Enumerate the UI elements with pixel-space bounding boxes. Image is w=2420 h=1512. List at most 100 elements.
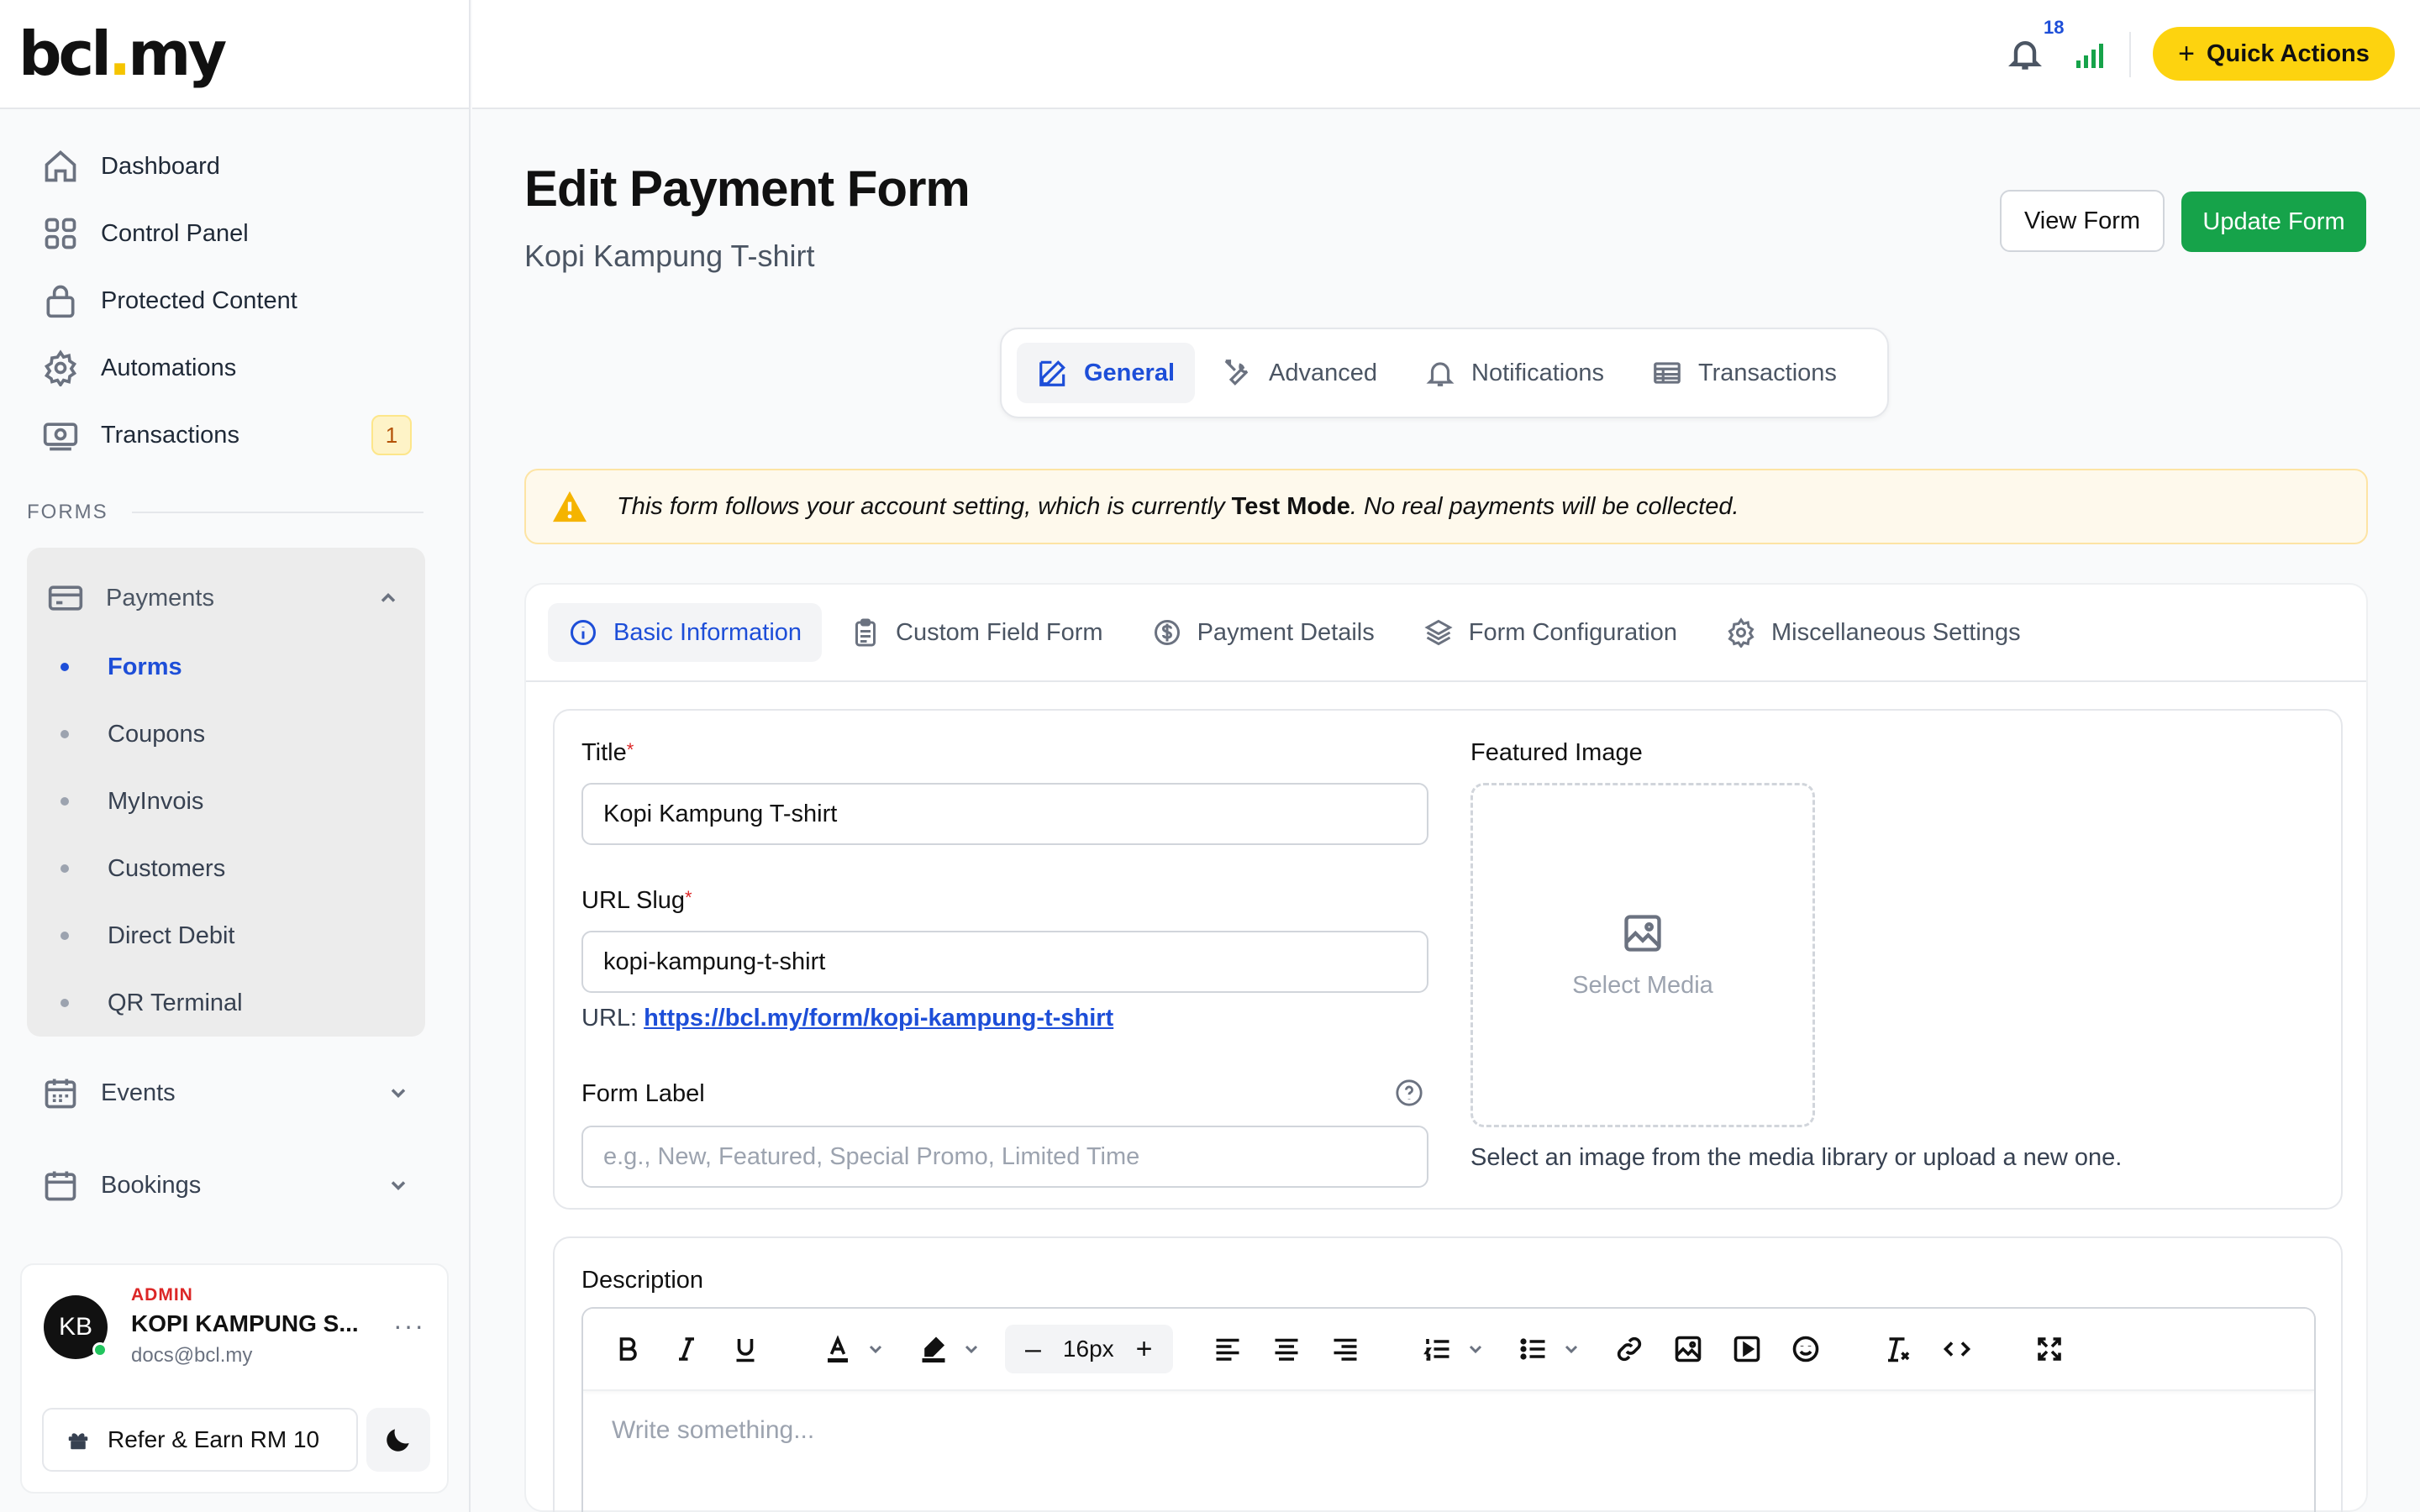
subtab-payment-details[interactable]: Payment Details (1132, 603, 1395, 662)
subtab-form-configuration[interactable]: Form Configuration (1403, 603, 1697, 662)
highlighter-icon (922, 1336, 945, 1363)
chevron-down-icon[interactable] (1561, 1339, 1581, 1359)
emoji-button[interactable] (1781, 1325, 1830, 1373)
subtab-custom-field-form[interactable]: Custom Field Form (830, 603, 1123, 662)
tab-notifications[interactable]: Notifications (1404, 343, 1624, 403)
sidebar-subitem-forms[interactable]: Forms (27, 633, 425, 701)
sidebar-nav: Dashboard Control Panel Protected Conten… (0, 109, 469, 469)
plus-icon: + (2178, 37, 2195, 70)
card-icon (48, 585, 83, 611)
url-slug-input[interactable]: kopi-kampung-t-shirt (581, 931, 1428, 993)
sidebar-item-label: Protected Content (101, 286, 297, 314)
form-label-input[interactable]: e.g., New, Featured, Special Promo, Limi… (581, 1126, 1428, 1188)
form-label-label: Form Label (581, 1080, 705, 1107)
tab-transactions[interactable]: Transactions (1631, 343, 1857, 403)
sidebar-item-label: Transactions (101, 421, 239, 449)
sidebar-item-label: Dashboard (101, 152, 220, 180)
chevron-down-icon[interactable] (1465, 1339, 1486, 1359)
subtab-label: Custom Field Form (896, 618, 1103, 646)
clear-format-button[interactable] (1874, 1325, 1923, 1373)
sidebar-item-payments[interactable]: Payments (27, 563, 425, 633)
update-form-button[interactable]: Update Form (2181, 192, 2366, 252)
align-left-icon (1216, 1338, 1239, 1361)
sidebar-item-control-panel[interactable]: Control Panel (0, 200, 469, 267)
sidebar-subitem-myinvois[interactable]: MyInvois (27, 768, 425, 835)
help-circle-icon[interactable] (1395, 1079, 1423, 1107)
subtab-miscellaneous-settings[interactable]: Miscellaneous Settings (1706, 603, 2041, 662)
sidebar-subitem-coupons[interactable]: Coupons (27, 701, 425, 768)
emoji-icon (1792, 1336, 1818, 1362)
logo-area: bcl.my (0, 0, 469, 109)
featured-image-help: Select an image from the media library o… (1470, 1144, 2123, 1171)
fullscreen-icon (2037, 1337, 2061, 1361)
chevron-up-icon (381, 593, 396, 602)
chevron-down-icon[interactable] (865, 1339, 886, 1359)
sidebar-item-transactions[interactable]: Transactions 1 (0, 402, 469, 469)
insert-image-button[interactable] (1664, 1325, 1712, 1373)
alert-text-suffix: . No real payments will be collected. (1349, 492, 1739, 520)
tab-general[interactable]: General (1017, 343, 1195, 403)
url-slug-label: URL Slug* (581, 887, 692, 914)
bold-button[interactable] (603, 1325, 652, 1373)
sidebar-subitem-qr-terminal[interactable]: QR Terminal (27, 969, 425, 1037)
text-color-button[interactable] (813, 1325, 862, 1373)
bullet-list-icon (1519, 1338, 1544, 1360)
lock-icon (46, 285, 75, 318)
link-button[interactable] (1605, 1325, 1654, 1373)
dark-mode-toggle[interactable] (366, 1408, 430, 1472)
chevron-down-icon[interactable] (961, 1339, 981, 1359)
subtab-basic-information[interactable]: Basic Information (548, 603, 823, 662)
sub-tabs: Basic Information Custom Field Form Paym… (526, 585, 2366, 682)
view-form-button[interactable]: View Form (2000, 190, 2165, 252)
form-url-link[interactable]: https://bcl.my/form/kopi-kampung-t-shirt (644, 1005, 1113, 1032)
fullscreen-button[interactable] (2025, 1325, 2074, 1373)
quick-actions-button[interactable]: + Quick Actions (2153, 27, 2395, 81)
tab-advanced[interactable]: Advanced (1202, 343, 1397, 403)
code-icon (1943, 1341, 1970, 1357)
more-options-icon[interactable]: ··· (393, 1310, 425, 1341)
align-right-button[interactable] (1321, 1325, 1370, 1373)
align-left-button[interactable] (1203, 1325, 1252, 1373)
quick-actions-label: Quick Actions (2206, 39, 2370, 67)
refer-earn-button[interactable]: Refer & Earn RM 10 (42, 1408, 358, 1472)
page-title: Edit Payment Form (524, 160, 971, 217)
sidebar-item-protected-content[interactable]: Protected Content (0, 267, 469, 334)
insert-video-button[interactable] (1723, 1325, 1771, 1373)
gift-icon (68, 1433, 88, 1450)
sidebar-item-bookings[interactable]: Bookings (0, 1139, 469, 1231)
section-label-forms: FORMS (0, 501, 469, 524)
font-size-value[interactable]: 16px (1063, 1336, 1114, 1362)
home-icon (45, 150, 76, 182)
bullet-list-button[interactable] (1509, 1325, 1558, 1373)
sidebar-item-label: Bookings (101, 1171, 202, 1199)
sidebar-subitem-customers[interactable]: Customers (27, 835, 425, 902)
sidebar-item-label: Control Panel (101, 219, 249, 247)
font-size-decrease[interactable]: – (1025, 1333, 1041, 1366)
sidebar-item-events[interactable]: Events (0, 1047, 469, 1139)
sidebar-item-dashboard[interactable]: Dashboard (0, 133, 469, 200)
ordered-list-icon (1423, 1339, 1449, 1361)
ordered-list-button[interactable] (1413, 1325, 1462, 1373)
notification-bell-icon[interactable] (2007, 34, 2044, 74)
align-right-icon (1334, 1338, 1356, 1361)
italic-button[interactable] (662, 1325, 711, 1373)
brand-logo[interactable]: bcl.my (18, 24, 227, 84)
alert-text: This form follows your account setting, … (617, 492, 1225, 520)
url-prefix: URL: (581, 1005, 638, 1032)
code-view-button[interactable] (1933, 1325, 1981, 1373)
editor-content[interactable]: Write something... (583, 1391, 2314, 1470)
subtab-label: Basic Information (613, 618, 802, 646)
underline-button[interactable] (721, 1325, 770, 1373)
sidebar-subitem-direct-debit[interactable]: Direct Debit (27, 902, 425, 969)
highlight-button[interactable] (909, 1325, 958, 1373)
select-media-dropzone[interactable]: Select Media (1470, 783, 1815, 1127)
text-color-icon (828, 1335, 848, 1363)
topbar-divider (2129, 32, 2131, 77)
font-size-increase[interactable]: + (1136, 1333, 1153, 1366)
align-center-button[interactable] (1262, 1325, 1311, 1373)
font-size-control: – 16px + (1005, 1325, 1173, 1373)
title-input[interactable]: Kopi Kampung T-shirt (581, 783, 1428, 845)
sidebar-item-automations[interactable]: Automations (0, 334, 469, 402)
notification-count: 18 (2044, 17, 2065, 38)
chevron-down-icon (391, 1089, 406, 1098)
